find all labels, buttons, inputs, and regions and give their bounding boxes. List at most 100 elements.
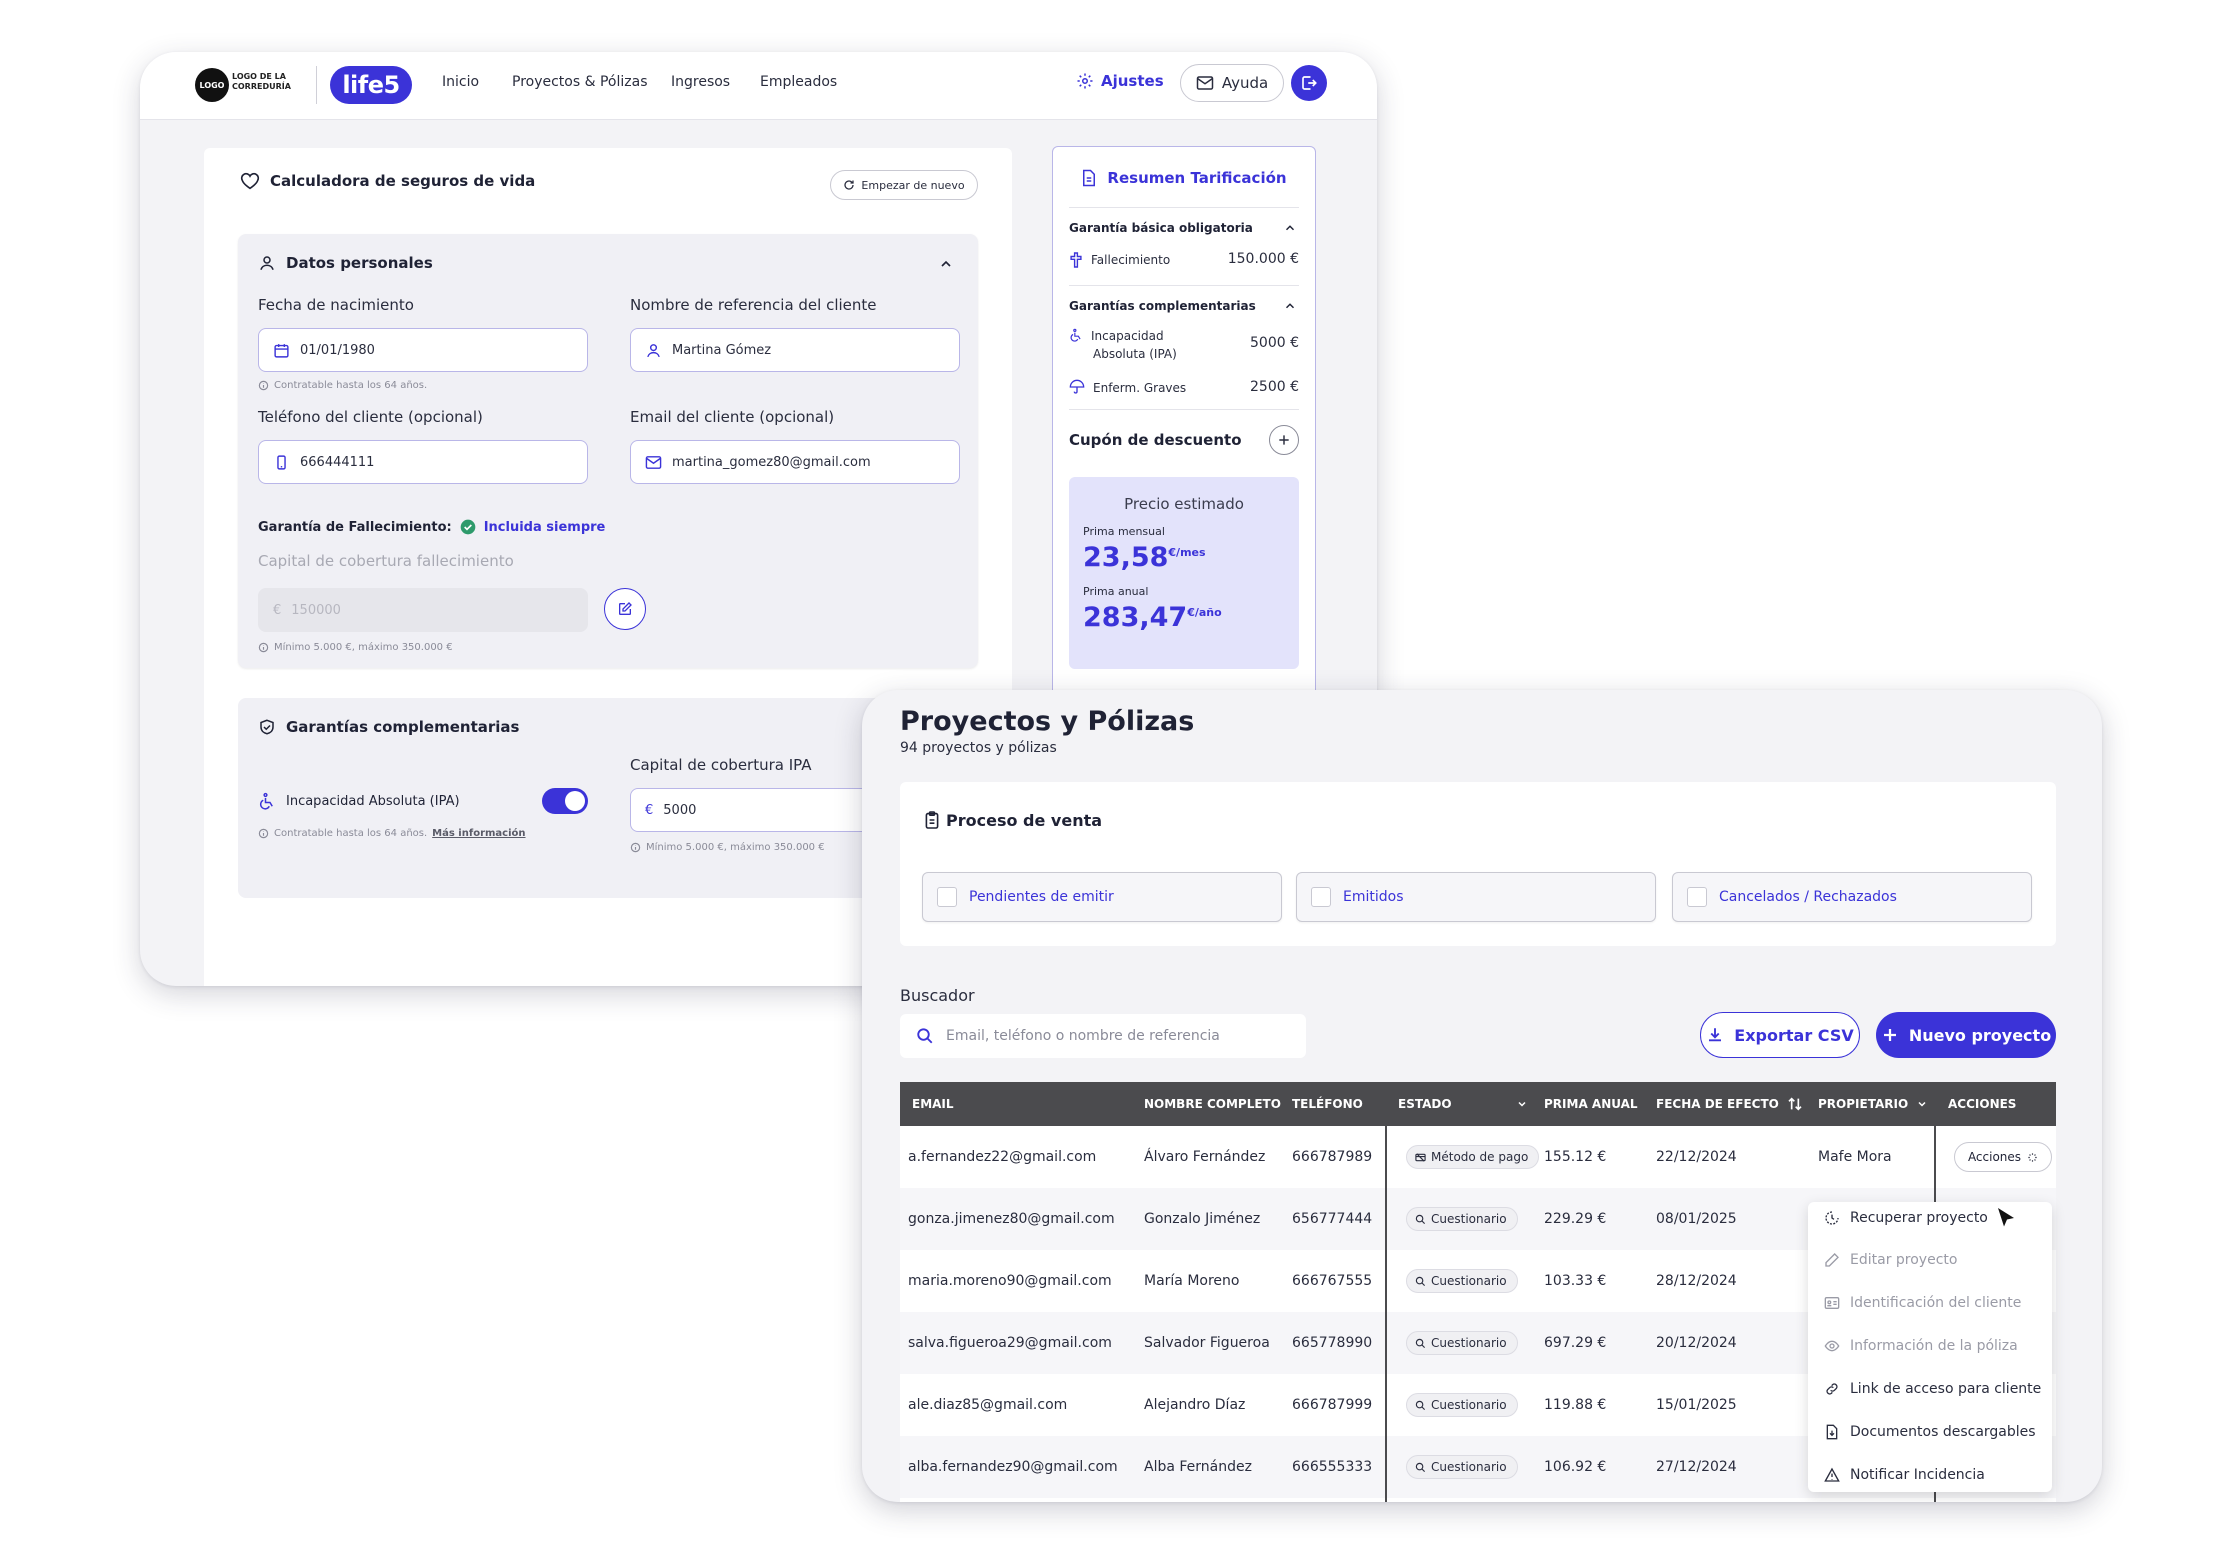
wheelchair-icon [258,792,276,810]
monthly-premium-value: 23,58 [1083,542,1169,573]
complementary-header[interactable]: Garantías complementarias [258,718,519,736]
phone-label: Teléfono del cliente (opcional) [258,408,483,426]
mail-icon [645,455,662,470]
nav-proyectos-polizas[interactable]: Proyectos & Pólizas [512,74,647,90]
phone-field[interactable]: 666444111 [258,440,588,484]
menu-edit-label: Editar proyecto [1850,1252,1958,1268]
brokerage-logo-badge: LOGO [195,68,229,102]
cell-phone: 665778990 [1292,1335,1373,1351]
life5-logo[interactable]: life5 [330,66,412,104]
sort-icon [1787,1096,1803,1112]
cell-phone: 666555333 [1292,1459,1373,1475]
column-divider [1385,1082,1387,1502]
birth-date-field[interactable]: 01/01/1980 [258,328,588,372]
status-text: Método de pago [1431,1150,1529,1164]
reference-name-field[interactable]: Martina Gómez [630,328,960,372]
gear-icon [1076,72,1094,90]
table-row[interactable]: a.fernandez22@gmail.com Álvaro Fernández 6… [900,1126,2056,1188]
ipa-summary-label-2: Absoluta (IPA) [1093,347,1177,361]
checkbox[interactable] [1311,887,1331,907]
link-icon [1824,1381,1840,1397]
nav-ingresos[interactable]: Ingresos [671,74,730,90]
logout-button[interactable] [1291,65,1327,101]
sales-process-title: Proceso de venta [946,810,1103,830]
email-field[interactable]: martina_gomez80@gmail.com [630,440,960,484]
edit-capital-button[interactable] [604,588,646,630]
cell-date: 28/12/2024 [1656,1273,1737,1289]
col-status[interactable]: ESTADO [1398,1082,1528,1126]
filter-cancelled-label: Cancelados / Rechazados [1719,889,1897,905]
col-phone: TELÉFONO [1292,1097,1363,1111]
cell-phone: 656777444 [1292,1211,1373,1227]
help-button[interactable]: Ayuda [1180,64,1284,102]
edit-icon [617,601,633,617]
checkbox[interactable] [937,887,957,907]
cell-status: Cuestionario [1406,1250,1518,1312]
death-guarantee-label: Garantía de Fallecimiento: [258,519,452,535]
ipa-toggle[interactable] [542,788,588,814]
cell-name: María Moreno [1144,1273,1240,1289]
top-navigation-bar: LOGO LOGO DE LA CORREDURÍA life5 Inicio … [140,52,1377,120]
export-csv-button[interactable]: Exportar CSV [1700,1012,1860,1058]
cell-name: Alejandro Díaz [1144,1397,1246,1413]
summary-title: Resumen Tarificación [1107,169,1287,187]
cell-phone: 666787999 [1292,1397,1373,1413]
status-badge: Cuestionario [1406,1393,1518,1417]
cell-date: 20/12/2024 [1656,1335,1737,1351]
nav-empleados[interactable]: Empleados [760,74,837,90]
complementary-summary-title: Garantías complementarias [1069,299,1256,313]
col-email: EMAIL [912,1097,954,1111]
filter-issued[interactable]: Emitidos [1296,872,1656,922]
summary-header: Resumen Tarificación [1053,169,1315,187]
col-date[interactable]: FECHA DE EFECTO [1656,1082,1803,1126]
search-icon [1415,1400,1426,1411]
restart-label: Empezar de nuevo [861,178,965,192]
complementary-summary-header[interactable]: Garantías complementarias [1069,299,1297,313]
personal-data-section: Datos personales Fecha de nacimiento 01/… [238,234,978,668]
status-text: Cuestionario [1431,1274,1507,1288]
menu-report-incident[interactable]: Notificar Incidencia [1824,1467,1985,1483]
basic-guarantee-header[interactable]: Garantía básica obligatoria [1069,221,1297,235]
cross-icon [1069,251,1083,269]
nav-inicio[interactable]: Inicio [442,74,479,90]
settings-link[interactable]: Ajustes [1076,72,1164,90]
estimated-price-box: Precio estimado Prima mensual 23,58€/mes… [1069,477,1299,669]
new-project-button[interactable]: Nuevo proyecto [1876,1012,2056,1058]
status-badge: Cuestionario [1406,1269,1518,1293]
chevron-up-icon[interactable] [938,256,954,272]
more-info-link[interactable]: Más información [432,828,525,839]
menu-documents[interactable]: Documentos descargables [1824,1424,2036,1440]
divider [1069,285,1299,286]
filter-pending[interactable]: Pendientes de emitir [922,872,1282,922]
actions-button[interactable]: Acciones [1954,1142,2052,1172]
grave-summary-value: 2500 € [1250,379,1299,395]
ipa-capital-hint: Mínimo 5.000 €, máximo 350.000 € [630,842,825,853]
col-status-label: ESTADO [1398,1097,1452,1111]
pencil-icon [1824,1252,1840,1268]
refresh-icon [843,179,855,191]
ipa-summary-row: Incapacidad Absoluta (IPA) 5000 € [1069,327,1299,363]
recover-icon [1824,1210,1840,1226]
phone-icon [273,454,290,471]
menu-client-link[interactable]: Link de acceso para cliente [1824,1381,2041,1397]
mail-icon [1196,75,1214,91]
filter-cancelled[interactable]: Cancelados / Rechazados [1672,872,2032,922]
status-text: Cuestionario [1431,1336,1507,1350]
search-input[interactable]: Email, teléfono o nombre de referencia [900,1014,1306,1058]
personal-data-header[interactable]: Datos personales [258,254,433,272]
sales-process-panel: Proceso de venta Pendientes de emitir Em… [900,782,2056,946]
checkbox[interactable] [1687,887,1707,907]
cell-email: a.fernandez22@gmail.com [908,1149,1097,1165]
info-icon [258,828,269,839]
info-icon [258,642,269,653]
add-coupon-button[interactable] [1269,425,1299,455]
cell-status: Cuestionario [1406,1436,1518,1498]
col-owner[interactable]: PROPIETARIO [1818,1082,1928,1126]
menu-policy-info[interactable]: Información de la póliza [1824,1338,2018,1354]
cell-actions: Acciones [1954,1126,2052,1188]
restart-button[interactable]: Empezar de nuevo [830,170,978,200]
menu-recover-project[interactable]: Recuperar proyecto [1824,1210,1988,1226]
shield-icon [258,718,276,736]
menu-edit-project[interactable]: Editar proyecto [1824,1252,1957,1268]
menu-client-identification[interactable]: Identificación del cliente [1824,1295,2021,1311]
